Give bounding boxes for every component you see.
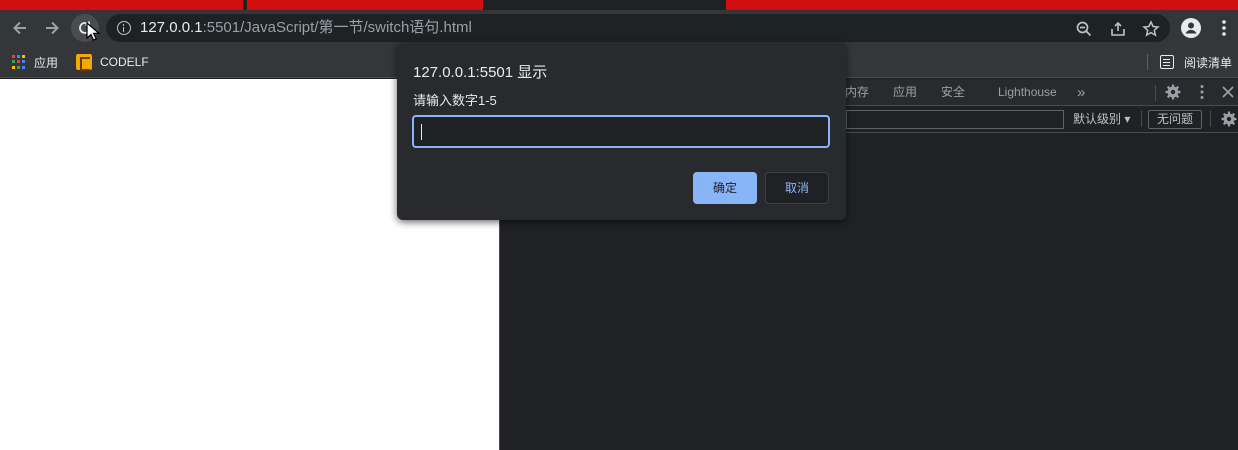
codelf-icon [76, 54, 92, 71]
apps-grid-icon [12, 55, 26, 69]
reading-list-label: 阅读清单 [1184, 55, 1233, 70]
mouse-cursor-icon [86, 22, 100, 41]
bookmark-apps[interactable]: 应用 [12, 46, 58, 78]
text-caret [421, 124, 422, 140]
dialog-message: 请输入数字1-5 [413, 93, 497, 108]
tabs-divider [1155, 85, 1156, 101]
bookmarks-divider [1147, 54, 1148, 70]
address-host: 127.0.0.1 [140, 19, 203, 36]
browser-menu-icon[interactable] [1214, 18, 1234, 38]
bookmark-codelf-label: CODELF [100, 55, 149, 69]
back-button[interactable] [6, 14, 34, 42]
console-divider-2 [1210, 111, 1211, 127]
tab-security[interactable]: 安全 [941, 79, 965, 106]
address-url[interactable]: 127.0.0.1:5501/JavaScript/第一节/switch语句.h… [140, 14, 472, 42]
console-divider [1141, 111, 1142, 127]
forward-button[interactable] [38, 14, 66, 42]
tab-left[interactable] [0, 0, 243, 10]
address-path: :5501/JavaScript/第一节/switch语句.html [202, 19, 472, 36]
zoom-icon[interactable] [1075, 20, 1093, 38]
tab-strip [0, 0, 1238, 10]
prompt-input[interactable] [412, 115, 830, 148]
prompt-dialog: 127.0.0.1:5501 显示 请输入数字1-5 确定 取消 [397, 43, 846, 220]
dialog-title: 127.0.0.1:5501 显示 [413, 64, 548, 81]
tab-memory[interactable]: 内存 [845, 79, 869, 106]
browser-toolbar: 127.0.0.1:5501/JavaScript/第一节/switch语句.h… [0, 10, 1238, 46]
devtools-menu-icon[interactable] [1193, 83, 1213, 103]
settings-gear-icon[interactable] [1164, 83, 1184, 103]
tab-lighthouse[interactable]: Lighthouse [998, 79, 1057, 106]
more-tabs-icon[interactable]: » [1077, 79, 1085, 106]
tab-middle[interactable] [247, 0, 483, 10]
tab-right[interactable] [726, 0, 1238, 10]
close-devtools-icon[interactable] [1220, 84, 1238, 104]
bookmark-apps-label: 应用 [34, 55, 59, 70]
back-arrow-icon [13, 21, 26, 35]
console-filter-input[interactable] [846, 110, 1064, 129]
share-icon[interactable] [1109, 20, 1127, 38]
forward-arrow-icon [46, 21, 59, 35]
bookmark-star-icon[interactable] [1142, 20, 1160, 38]
issues-button[interactable]: 无问题 [1148, 110, 1203, 129]
log-level-dropdown[interactable]: 默认级别 ▾ [1073, 106, 1130, 133]
bookmark-codelf[interactable]: CODELF [76, 46, 149, 78]
profile-icon[interactable] [1181, 18, 1201, 38]
site-info-icon[interactable] [117, 21, 131, 35]
console-settings-icon[interactable] [1220, 110, 1238, 130]
address-bar[interactable]: 127.0.0.1:5501/JavaScript/第一节/switch语句.h… [106, 14, 1170, 42]
tab-application[interactable]: 应用 [893, 79, 917, 106]
cancel-button[interactable]: 取消 [765, 172, 829, 204]
ok-button[interactable]: 确定 [693, 172, 757, 204]
reading-list-button[interactable]: 阅读清单 [1160, 46, 1232, 78]
reading-list-icon [1160, 55, 1174, 69]
